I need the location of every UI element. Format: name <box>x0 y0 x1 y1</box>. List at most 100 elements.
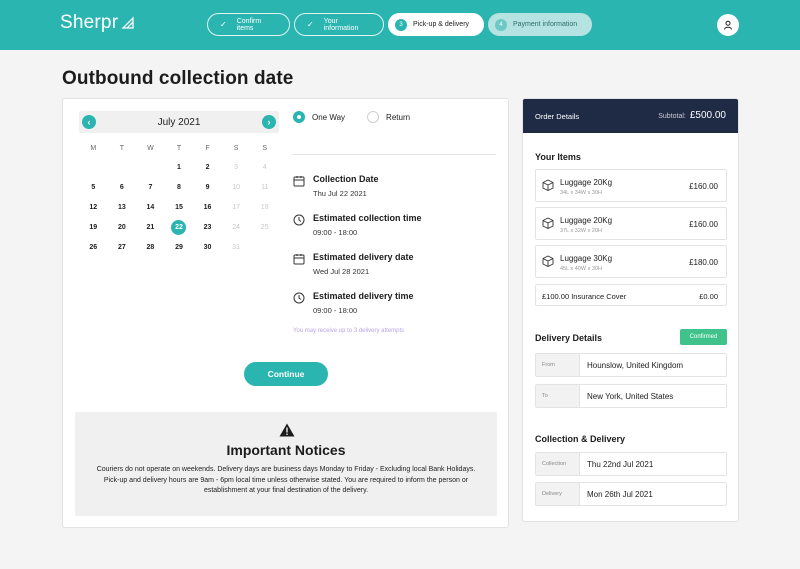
calendar-day-number: 6 <box>119 183 124 191</box>
continue-button[interactable]: Continue <box>244 362 328 386</box>
step-number: 3 <box>395 18 407 31</box>
to-value: New York, United States <box>587 391 674 401</box>
calendar-day-number: 8 <box>177 183 181 191</box>
order-item: Luggage 20Kg 34L x 34W x 30H £160.00 <box>535 169 727 202</box>
calendar-day-number: 16 <box>203 203 212 211</box>
calendar-day-number: 4 <box>262 163 267 171</box>
order-details-panel: Order Details Subtotal: £500.00 Your Ite… <box>522 98 739 522</box>
step-confirm-items[interactable]: ✓ Confirm items <box>207 13 290 36</box>
package-icon <box>542 255 554 267</box>
weekday-label: S <box>233 145 239 152</box>
calendar-day[interactable]: 8 <box>165 177 194 197</box>
one-way-radio[interactable] <box>293 111 305 123</box>
calendar-day[interactable]: 5 <box>79 177 108 197</box>
calendar-day[interactable]: 16 <box>193 197 222 217</box>
item-price: £160.00 <box>689 182 718 191</box>
calendar-day[interactable]: 19 <box>79 217 108 237</box>
calendar-day: 4 <box>250 157 279 177</box>
delivery-details-title: Delivery Details <box>535 333 603 343</box>
calendar-month: July 2021 <box>157 117 201 128</box>
calendar-day[interactable]: 22 <box>165 217 194 237</box>
collection-label: Collection <box>536 453 580 475</box>
calendar-day[interactable]: 20 <box>108 217 137 237</box>
calendar-icon <box>293 176 305 187</box>
calendar-day-number: 3 <box>234 163 239 171</box>
calendar-day: 31 <box>222 237 251 257</box>
calendar-day[interactable]: 26 <box>79 237 108 257</box>
package-icon <box>542 217 554 229</box>
sherpr-logo[interactable]: Sherpr <box>60 12 135 34</box>
return-radio[interactable] <box>367 111 380 123</box>
calendar-day-number: 13 <box>117 203 126 211</box>
calendar-day[interactable]: 30 <box>193 237 222 257</box>
step-pickup-delivery[interactable]: 3 Pick-up & delivery <box>388 13 484 36</box>
calendar-day[interactable]: 13 <box>108 197 137 217</box>
collection-delivery-title: Collection & Delivery <box>535 434 626 444</box>
checkout-steps: ✓ Confirm items ✓ Your information 3 Pic… <box>207 13 592 36</box>
calendar-day[interactable]: 1 <box>165 157 194 177</box>
calendar-day-number: 24 <box>232 223 241 231</box>
calendar-day-number: 7 <box>148 183 153 191</box>
user-account-button[interactable] <box>717 14 739 36</box>
calendar-day-number: 20 <box>117 223 126 231</box>
trip-type-selector: One Way Return <box>293 111 432 123</box>
step-label: Pick-up & delivery <box>413 21 470 28</box>
calendar-day-number: 5 <box>91 183 96 191</box>
weekday-label: W <box>147 145 154 152</box>
delivery-row: Delivery Mon 26th Jul 2021 <box>535 482 727 506</box>
delivery-date-value: Wed Jul 28 2021 <box>313 267 370 276</box>
check-icon: ✓ <box>220 20 227 29</box>
notice-title: Important Notices <box>226 442 346 458</box>
calendar-day-number: 15 <box>175 203 183 211</box>
logo-mark-icon <box>121 16 134 29</box>
calendar-day[interactable]: 27 <box>108 237 137 257</box>
page-title: Outbound collection date <box>62 68 294 89</box>
notice-body: Couriers do not operate on weekends. Del… <box>96 466 476 494</box>
calendar-day[interactable]: 12 <box>79 197 108 217</box>
calendar-grid: 1 2 3 4 5 6 7 8 9 10 11 12 13 14 15 16 17 18 19 20 21 22 23 24 2… <box>79 157 279 257</box>
calendar-empty-cell <box>250 237 279 257</box>
weekday-label: M <box>90 145 97 152</box>
item-dimensions: 37L x 32W x 20H <box>560 228 602 234</box>
calendar-day[interactable]: 28 <box>136 237 165 257</box>
delivery-value: Mon 26th Jul 2021 <box>587 489 653 499</box>
calendar-day[interactable]: 9 <box>193 177 222 197</box>
delivery-time-value: 09:00 - 18:00 <box>313 306 358 315</box>
next-month-button[interactable]: › <box>262 115 276 129</box>
item-dimensions: 34L x 34W x 30H <box>560 190 602 196</box>
calendar-day-number: 25 <box>260 223 269 231</box>
calendar-day-number: 30 <box>203 243 212 251</box>
calendar-day-number: 17 <box>232 203 241 211</box>
calendar-day-number: 1 <box>177 163 181 171</box>
collection-row: Collection Thu 22nd Jul 2021 <box>535 452 727 476</box>
collection-date-label: Collection Date <box>313 174 379 184</box>
step-payment-information[interactable]: 4 Payment information <box>488 13 592 36</box>
step-your-information[interactable]: ✓ Your information <box>294 13 384 36</box>
return-label[interactable]: Return <box>386 113 410 122</box>
delivery-date-label: Estimated delivery date <box>313 252 414 262</box>
item-price: £160.00 <box>689 220 718 229</box>
step-label: Payment information <box>513 21 578 28</box>
from-label: From <box>536 354 580 376</box>
to-row: To New York, United States <box>535 384 727 408</box>
calendar-day[interactable]: 29 <box>165 237 194 257</box>
calendar-day[interactable]: 21 <box>136 217 165 237</box>
weekday-label: T <box>119 145 124 152</box>
calendar-day-number: 2 <box>205 163 210 171</box>
calendar-day[interactable]: 6 <box>108 177 137 197</box>
item-price: £180.00 <box>689 258 718 267</box>
item-dimensions: 45L x 40W x 30H <box>560 266 602 272</box>
calendar-day[interactable]: 7 <box>136 177 165 197</box>
calendar-empty-cell <box>136 157 165 177</box>
calendar-day-number: 21 <box>146 223 155 231</box>
calendar-day[interactable]: 14 <box>136 197 165 217</box>
delivery-attempts-note: You may receive up to 3 delivery attempt… <box>293 328 405 334</box>
calendar-day[interactable]: 2 <box>193 157 222 177</box>
one-way-label[interactable]: One Way <box>312 113 345 122</box>
weekday-label: F <box>205 145 210 152</box>
calendar-header: ‹ July 2021 › <box>79 111 279 133</box>
calendar-day[interactable]: 15 <box>165 197 194 217</box>
calendar-day[interactable]: 23 <box>193 217 222 237</box>
calendar-day-number: 12 <box>89 203 98 211</box>
calendar-day: 11 <box>250 177 279 197</box>
